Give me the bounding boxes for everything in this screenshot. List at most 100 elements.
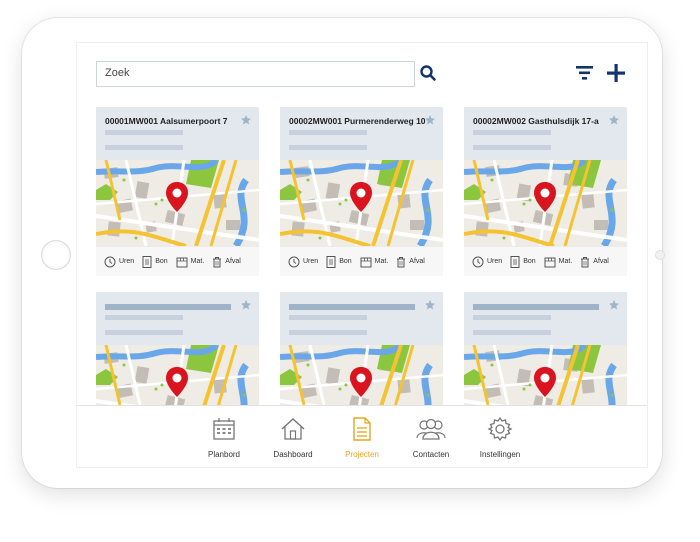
star-icon[interactable] bbox=[240, 299, 252, 311]
star-icon[interactable] bbox=[424, 114, 436, 126]
project-map[interactable] bbox=[464, 160, 627, 246]
calendar-icon bbox=[213, 418, 235, 440]
card-header bbox=[464, 292, 627, 345]
project-title: 00001MW001 Aalsumerpoort 7 bbox=[105, 116, 228, 126]
star-icon[interactable] bbox=[608, 114, 620, 126]
filter-button[interactable] bbox=[575, 64, 595, 82]
tablet-camera bbox=[655, 250, 665, 260]
trash-icon bbox=[213, 256, 222, 267]
project-title: 00002MW002 Gasthulsdijk 17-a bbox=[473, 116, 599, 126]
placeholder-line bbox=[105, 145, 183, 150]
nav-item-planbord[interactable]: Planbord bbox=[189, 416, 259, 459]
material-action[interactable]: Mat. bbox=[544, 256, 573, 268]
app-screen: 00001MW001 Aalsumerpoort 7 Uren Bon Mat. Afv… bbox=[76, 42, 648, 468]
receipt-icon bbox=[326, 255, 336, 268]
project-title: 00002MW001 Purmerenderweg 10 bbox=[289, 116, 426, 126]
hours-label: Uren bbox=[487, 258, 503, 265]
nav-label-projecten: Projecten bbox=[345, 450, 379, 459]
card-actions: Uren Bon Mat. Afval bbox=[280, 246, 443, 276]
box-icon bbox=[176, 257, 188, 267]
material-label: Mat. bbox=[558, 258, 573, 265]
material-label: Mat. bbox=[374, 258, 389, 265]
card-header: 00001MW001 Aalsumerpoort 7 bbox=[96, 107, 259, 160]
star-icon[interactable] bbox=[240, 114, 252, 126]
document-icon bbox=[353, 417, 371, 441]
placeholder-line bbox=[289, 145, 367, 150]
card-actions: Uren Bon Mat. Afval bbox=[464, 246, 627, 276]
hours-action[interactable]: Uren bbox=[472, 256, 502, 268]
search-box bbox=[96, 61, 415, 87]
waste-action[interactable]: Afval bbox=[580, 256, 609, 268]
project-map[interactable] bbox=[280, 160, 443, 246]
waste-label: Afval bbox=[593, 258, 609, 265]
add-project-button[interactable] bbox=[605, 62, 627, 84]
nav-item-dashboard[interactable]: Dashboard bbox=[258, 416, 328, 459]
placeholder-line bbox=[289, 330, 367, 335]
plus-icon bbox=[607, 64, 625, 82]
card-header: 00002MW001 Purmerenderweg 10 bbox=[280, 107, 443, 160]
title-placeholder-bar bbox=[289, 304, 415, 310]
star-icon[interactable] bbox=[424, 299, 436, 311]
hours-action[interactable]: Uren bbox=[104, 256, 134, 268]
nav-label-contacten: Contacten bbox=[412, 450, 450, 459]
placeholder-line bbox=[473, 130, 551, 135]
placeholder-line bbox=[473, 330, 551, 335]
title-placeholder-bar bbox=[105, 304, 231, 310]
receipt-action[interactable]: Bon bbox=[326, 255, 352, 268]
box-icon bbox=[544, 257, 556, 267]
nav-item-contacten[interactable]: Contacten bbox=[396, 416, 466, 459]
map-illustration bbox=[96, 160, 259, 246]
contacts-icon bbox=[416, 418, 446, 440]
material-action[interactable]: Mat. bbox=[360, 256, 389, 268]
search-icon bbox=[420, 65, 436, 81]
placeholder-line bbox=[105, 315, 183, 320]
map-illustration bbox=[464, 160, 627, 246]
receipt-icon bbox=[510, 255, 520, 268]
clock-icon bbox=[472, 256, 484, 267]
title-placeholder-bar bbox=[473, 304, 599, 310]
project-map[interactable] bbox=[96, 160, 259, 246]
receipt-action[interactable]: Bon bbox=[510, 255, 536, 268]
receipt-label: Bon bbox=[523, 258, 536, 265]
hours-label: Uren bbox=[119, 258, 135, 265]
waste-label: Afval bbox=[409, 258, 425, 265]
receipt-label: Bon bbox=[339, 258, 352, 265]
material-action[interactable]: Mat. bbox=[176, 256, 205, 268]
project-card[interactable]: 00002MW002 Gasthulsdijk 17-a Uren Bon Mat. A… bbox=[464, 107, 627, 276]
receipt-label: Bon bbox=[155, 258, 168, 265]
nav-item-projecten[interactable]: Projecten bbox=[327, 416, 397, 459]
nav-label-dashboard: Dashboard bbox=[273, 450, 313, 459]
filter-icon bbox=[576, 66, 593, 80]
placeholder-line bbox=[473, 145, 551, 150]
placeholder-line bbox=[473, 315, 551, 320]
hours-label: Uren bbox=[303, 258, 319, 265]
waste-action[interactable]: Afval bbox=[396, 256, 425, 268]
card-actions: Uren Bon Mat. Afval bbox=[96, 246, 259, 276]
trash-icon bbox=[581, 256, 590, 267]
map-illustration bbox=[280, 160, 443, 246]
star-icon[interactable] bbox=[608, 299, 620, 311]
tablet-home-button[interactable] bbox=[41, 240, 71, 270]
receipt-action[interactable]: Bon bbox=[142, 255, 168, 268]
waste-action[interactable]: Afval bbox=[212, 256, 241, 268]
clock-icon bbox=[104, 256, 116, 267]
settings-icon bbox=[487, 416, 513, 442]
receipt-icon bbox=[142, 255, 152, 268]
placeholder-line bbox=[289, 130, 367, 135]
search-button[interactable] bbox=[419, 64, 437, 82]
placeholder-line bbox=[289, 315, 367, 320]
clock-icon bbox=[288, 256, 300, 267]
project-card[interactable]: 00001MW001 Aalsumerpoort 7 Uren Bon Mat. Afv… bbox=[96, 107, 259, 276]
home-icon bbox=[281, 418, 305, 440]
placeholder-line bbox=[105, 130, 183, 135]
waste-label: Afval bbox=[225, 258, 241, 265]
card-header: 00002MW002 Gasthulsdijk 17-a bbox=[464, 107, 627, 160]
material-label: Mat. bbox=[190, 258, 205, 265]
hours-action[interactable]: Uren bbox=[288, 256, 318, 268]
search-input[interactable] bbox=[97, 62, 403, 84]
card-header bbox=[96, 292, 259, 345]
bottom-navigation: Planbord Dashboard Projecten Contacten I… bbox=[77, 405, 647, 467]
placeholder-line bbox=[105, 330, 183, 335]
nav-item-instellingen[interactable]: Instellingen bbox=[465, 416, 535, 459]
project-card[interactable]: 00002MW001 Purmerenderweg 10 Uren Bon Mat. A… bbox=[280, 107, 443, 276]
